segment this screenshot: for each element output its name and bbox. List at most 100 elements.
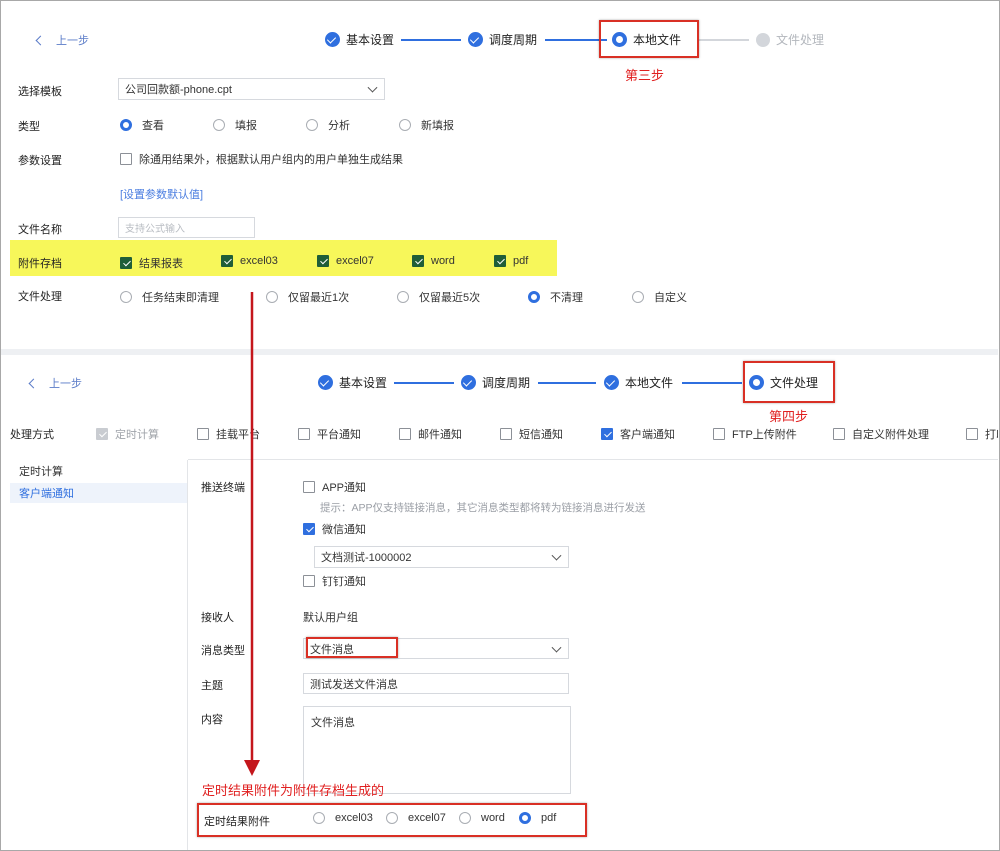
- step-schedule[interactable]: 调度周期: [461, 374, 530, 391]
- sidebar-item-client-notify[interactable]: 客户端通知: [10, 483, 187, 503]
- radio-label: word: [481, 812, 505, 824]
- step-local-file[interactable]: 本地文件: [604, 374, 673, 391]
- handle-radio-clean[interactable]: 任务结束即清理: [120, 289, 219, 305]
- radio-label: 任务结束即清理: [142, 292, 219, 304]
- attach-radio-pdf[interactable]: pdf: [519, 812, 556, 824]
- chevron-left-icon: [28, 378, 39, 388]
- check-circle-icon: [318, 375, 333, 390]
- check-circle-icon: [604, 375, 619, 390]
- param-user-group-checkbox[interactable]: 除通用结果外，根据默认用户组内的用户单独生成结果: [120, 151, 403, 167]
- subject-input[interactable]: 测试发送文件消息: [303, 673, 569, 694]
- step-schedule[interactable]: 调度周期: [468, 31, 537, 48]
- wechat-agent-select[interactable]: 文档测试-1000002: [314, 546, 569, 568]
- template-label: 选择模板: [18, 86, 62, 98]
- app-notify-checkbox[interactable]: APP通知: [303, 479, 366, 495]
- type-radio-fill[interactable]: 填报: [213, 117, 257, 133]
- archive-checkbox-excel03[interactable]: excel03: [221, 255, 278, 267]
- step-connector: [401, 39, 461, 41]
- template-select[interactable]: 公司回款额-phone.cpt: [118, 78, 385, 100]
- checkbox-checked-icon: [317, 255, 329, 267]
- type-radio-analysis[interactable]: 分析: [306, 117, 350, 133]
- step-connector: [697, 39, 749, 41]
- type-radio-view[interactable]: 查看: [120, 117, 164, 133]
- attachment-label: 定时结果附件: [204, 816, 270, 828]
- radio-label: 填报: [235, 120, 257, 132]
- message-type-label: 消息类型: [201, 645, 245, 657]
- step-basic-settings[interactable]: 基本设置: [325, 31, 394, 48]
- annotation-box-step4: [743, 361, 835, 403]
- content-label: 内容: [201, 714, 223, 726]
- step-label: 本地文件: [625, 376, 674, 390]
- back-button[interactable]: 上一步: [35, 32, 89, 48]
- handle-radio-keep[interactable]: 不清理: [528, 289, 583, 305]
- annotation-step4: 第四步: [769, 409, 809, 424]
- handle-radio-last1[interactable]: 仅留最近1次: [266, 289, 349, 305]
- method-email-notify[interactable]: 邮件通知: [399, 426, 462, 442]
- check-circle-icon: [468, 32, 483, 47]
- archive-checkbox-pdf[interactable]: pdf: [494, 255, 528, 267]
- checkbox-checked-icon: [303, 523, 315, 535]
- checkbox-icon: [500, 428, 512, 440]
- method-ftp-upload[interactable]: FTP上传附件: [713, 426, 797, 442]
- radio-label: excel03: [335, 812, 373, 824]
- wechat-notify-checkbox[interactable]: 微信通知: [303, 521, 366, 537]
- radio-label: 新填报: [421, 120, 454, 132]
- handle-radio-last5[interactable]: 仅留最近5次: [397, 289, 480, 305]
- type-radio-newfill[interactable]: 新填报: [399, 117, 454, 133]
- checkbox-checked-icon: [601, 428, 613, 440]
- sidebar-item-scheduled-calc[interactable]: 定时计算: [10, 461, 187, 481]
- attach-radio-excel03[interactable]: excel03: [313, 812, 373, 824]
- handle-radio-custom[interactable]: 自定义: [632, 289, 687, 305]
- radio-icon: [399, 119, 411, 131]
- set-default-params-link[interactable]: [设置参数默认值]: [120, 186, 203, 202]
- method-print[interactable]: 打印: [966, 426, 998, 442]
- attach-radio-excel07[interactable]: excel07: [386, 812, 446, 824]
- back-button[interactable]: 上一步: [28, 375, 82, 391]
- red-arrow-annotation: [244, 292, 260, 776]
- method-client-notify[interactable]: 客户端通知: [601, 426, 675, 442]
- attach-radio-word[interactable]: word: [459, 812, 505, 824]
- method-sms-notify[interactable]: 短信通知: [500, 426, 563, 442]
- method-scheduled-calc: 定时计算: [96, 426, 159, 442]
- method-custom-attachment[interactable]: 自定义附件处理: [833, 426, 929, 442]
- type-label: 类型: [18, 121, 40, 133]
- archive-checkbox-result[interactable]: 结果报表: [120, 255, 183, 271]
- step-file-processing[interactable]: 文件处理: [756, 31, 824, 48]
- method-platform-notify[interactable]: 平台通知: [298, 426, 361, 442]
- checkbox-icon: [120, 153, 132, 165]
- processing-sidebar: [1, 460, 188, 850]
- radio-label: 仅留最近1次: [288, 292, 350, 304]
- dingtalk-notify-checkbox[interactable]: 钉钉通知: [303, 573, 366, 589]
- checkbox-label: 钉钉通知: [322, 576, 366, 588]
- checkbox-checked-icon: [96, 428, 108, 440]
- annotation-box-step3: [599, 20, 699, 58]
- chevron-down-icon: [551, 642, 562, 653]
- archive-checkbox-word[interactable]: word: [412, 255, 455, 267]
- radio-selected-icon: [528, 291, 540, 303]
- file-handling-label: 文件处理: [18, 291, 62, 303]
- checkbox-label: 微信通知: [322, 524, 366, 536]
- receiver-value: 默认用户组: [303, 612, 358, 624]
- subject-value: 测试发送文件消息: [310, 678, 398, 691]
- checkbox-label: 短信通知: [519, 429, 563, 441]
- checkbox-label: 自定义附件处理: [852, 429, 929, 441]
- wechat-agent-value: 文档测试-1000002: [321, 552, 412, 564]
- radio-icon: [313, 812, 325, 824]
- radio-icon: [632, 291, 644, 303]
- checkbox-label: word: [431, 255, 455, 267]
- panel-divider: [1, 349, 998, 355]
- checkbox-icon: [298, 428, 310, 440]
- checkbox-icon: [303, 481, 315, 493]
- step-connector: [538, 382, 596, 384]
- filename-input[interactable]: 支持公式输入: [118, 217, 255, 238]
- checkbox-checked-icon: [120, 257, 132, 269]
- step-label: 文件处理: [776, 33, 825, 47]
- chevron-down-icon: [367, 82, 378, 93]
- step-basic-settings[interactable]: 基本设置: [318, 374, 387, 391]
- checkbox-label: 定时计算: [115, 429, 159, 441]
- checkbox-label: excel03: [240, 255, 278, 267]
- content-value: 文件消息: [311, 717, 355, 729]
- checkbox-checked-icon: [221, 255, 233, 267]
- filename-label: 文件名称: [18, 224, 62, 236]
- archive-checkbox-excel07[interactable]: excel07: [317, 255, 374, 267]
